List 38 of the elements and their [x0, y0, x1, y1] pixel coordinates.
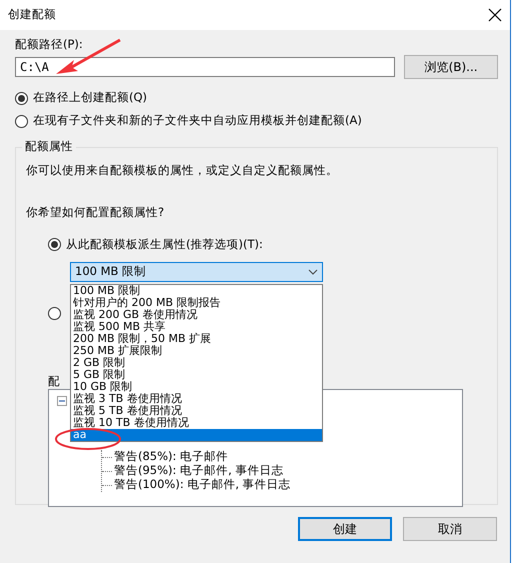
- summary-label: 配: [48, 375, 61, 390]
- collapse-icon[interactable]: [57, 396, 67, 406]
- field-label: 配额路径(P):: [15, 37, 83, 51]
- radio-button[interactable]: [15, 114, 28, 128]
- list-option[interactable]: aa: [71, 429, 322, 441]
- list-option[interactable]: 2 GB 限制: [71, 357, 322, 369]
- tree-item[interactable]: 警告(95%): 电子邮件, 事件日志: [114, 464, 284, 478]
- ellipse-annotation: [54, 427, 122, 451]
- radio-button[interactable]: [15, 92, 28, 105]
- path-field[interactable]: C:\A: [15, 56, 396, 77]
- browse-button[interactable]: 浏览(B)...: [404, 54, 498, 79]
- list-option[interactable]: 针对用户的 200 MB 限制报告: [71, 297, 322, 309]
- tree-item[interactable]: 警告(100%): 电子邮件, 事件日志: [114, 478, 291, 492]
- window-title: 创建配额: [8, 8, 56, 22]
- close-icon[interactable]: [488, 8, 502, 22]
- list-option[interactable]: 监视 500 MB 共享: [71, 321, 322, 333]
- description-text: 你可以使用来自配额模板的属性，或定义自定义配额属性。: [26, 164, 339, 178]
- radio-button[interactable]: [48, 238, 61, 252]
- list-option[interactable]: 监视 10 TB 卷使用情况: [71, 417, 322, 429]
- dialog-button[interactable]: 取消: [403, 516, 497, 541]
- list-option[interactable]: 100 MB 限制: [71, 285, 322, 297]
- list-option[interactable]: 监视 200 GB 卷使用情况: [71, 309, 322, 321]
- group-title: 配额属性: [22, 140, 76, 154]
- radio-label: 在现有子文件夹和新的子文件夹中自动应用模板并创建配额(A): [33, 114, 362, 128]
- list-option[interactable]: 10 GB 限制: [71, 381, 322, 393]
- caret-icon: [308, 269, 318, 276]
- list-option[interactable]: 监视 3 TB 卷使用情况: [71, 393, 322, 405]
- tree-item[interactable]: 警告(85%): 电子邮件: [114, 450, 228, 464]
- radio-label: 从此配额模板派生属性(推荐选项)(T):: [66, 238, 263, 252]
- list-option[interactable]: 监视 5 TB 卷使用情况: [71, 405, 322, 417]
- radio-button[interactable]: [48, 307, 61, 320]
- list-option[interactable]: 5 GB 限制: [71, 369, 322, 381]
- radio-label: 在路径上创建配额(Q): [33, 91, 148, 106]
- dialog-button[interactable]: 创建: [298, 516, 392, 541]
- list-option[interactable]: 250 MB 扩展限制: [71, 345, 322, 357]
- template-dropdown[interactable]: 100 MB 限制: [70, 262, 323, 282]
- list-option[interactable]: 200 MB 限制，50 MB 扩展: [71, 333, 322, 345]
- question-text: 你希望如何配置配额属性?: [26, 206, 166, 220]
